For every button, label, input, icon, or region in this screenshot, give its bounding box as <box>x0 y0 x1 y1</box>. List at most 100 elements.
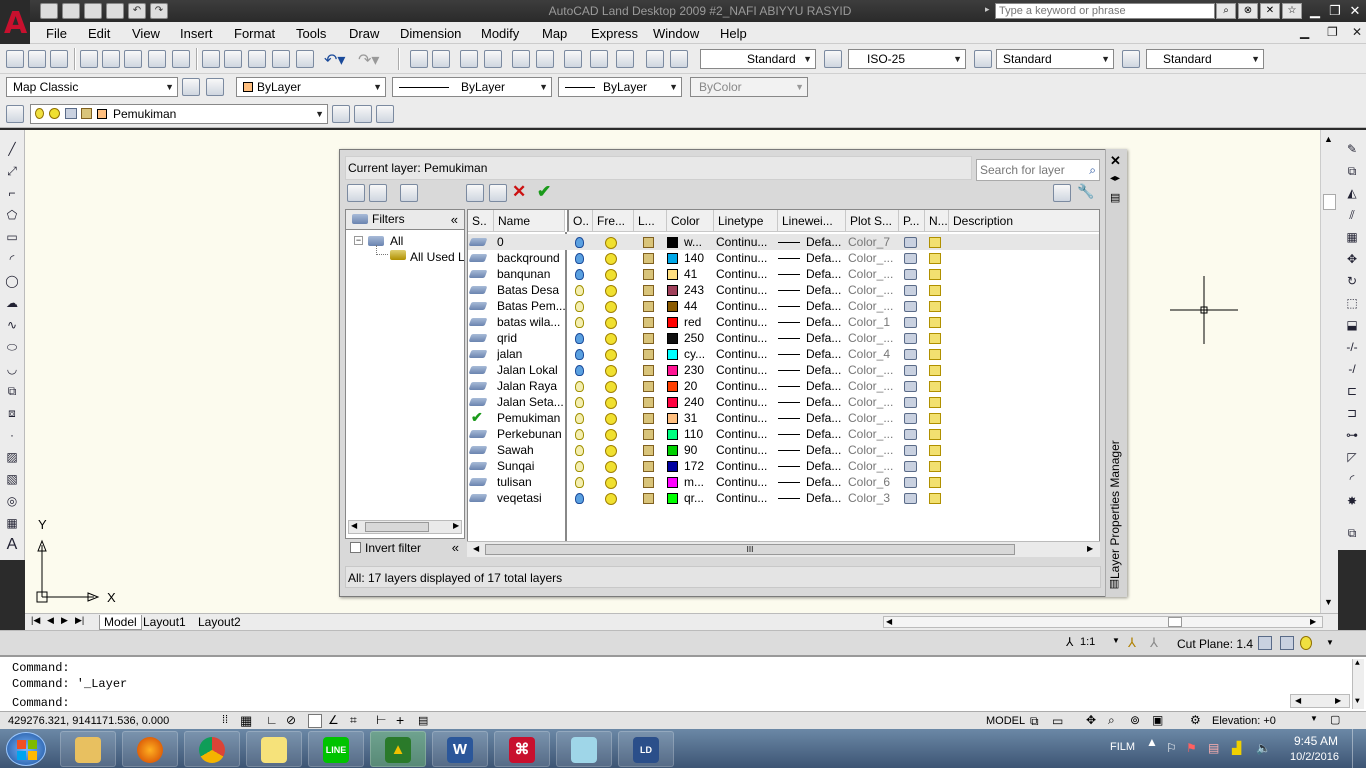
layer-lineweight[interactable]: Defa... <box>806 491 844 506</box>
color-swatch[interactable] <box>667 461 678 472</box>
cut-icon[interactable] <box>202 50 220 68</box>
menu-map[interactable]: Map <box>542 26 567 41</box>
sun-icon[interactable] <box>605 397 617 409</box>
lock-icon[interactable] <box>643 429 654 440</box>
color-swatch[interactable] <box>667 301 678 312</box>
sun-icon[interactable] <box>605 429 617 441</box>
lock-icon[interactable] <box>643 381 654 392</box>
layer-linetype[interactable]: Continu... <box>716 491 774 506</box>
help-search-input[interactable]: Type a keyword or phrase <box>995 3 1215 19</box>
clock-time[interactable]: 9:45 AM <box>1294 734 1338 748</box>
steering-wheel-icon[interactable]: ⊚ <box>1130 713 1140 727</box>
scroll-down-icon[interactable]: ▼ <box>1324 597 1333 607</box>
color-swatch[interactable] <box>667 477 678 488</box>
printer-icon[interactable] <box>904 413 917 424</box>
search-icon[interactable]: ⌕ <box>1216 3 1236 19</box>
menu-insert[interactable]: Insert <box>180 26 213 41</box>
language-indicator[interactable]: FILM <box>1110 741 1135 753</box>
copy-object-icon[interactable]: ⧉ <box>1343 164 1361 180</box>
quick-view-drawings-icon[interactable]: ▭ <box>1052 714 1063 728</box>
layer-name[interactable]: batas wila... <box>497 315 565 330</box>
sun-icon[interactable] <box>605 461 617 473</box>
sun-icon[interactable] <box>605 349 617 361</box>
lightbulb-icon[interactable] <box>575 397 584 408</box>
col-status[interactable]: S.. <box>468 210 494 232</box>
object-snap-tracking-icon[interactable]: ∠ <box>328 713 339 727</box>
layer-linetype[interactable]: Continu... <box>716 283 774 298</box>
tab-first-icon[interactable]: |◀ <box>31 615 40 626</box>
menu-view[interactable]: View <box>132 26 160 41</box>
elevation-readout[interactable]: Elevation: +0 <box>1212 715 1276 727</box>
color-swatch[interactable] <box>667 445 678 456</box>
scroll-right-icon[interactable]: ▶ <box>453 521 459 530</box>
palette-resize-icon[interactable]: ▥ <box>1109 577 1119 590</box>
layer-lineweight[interactable]: Defa... <box>806 443 844 458</box>
close-icon[interactable]: ✕ <box>1110 153 1121 169</box>
pan-icon[interactable]: ✥ <box>1086 713 1096 727</box>
doc-minimize-button[interactable]: ▁ <box>1300 25 1309 39</box>
lightbulb-icon[interactable] <box>575 445 584 456</box>
scroll-up-icon[interactable]: ▲ <box>1355 659 1360 668</box>
lock-icon[interactable] <box>643 349 654 360</box>
table-icon[interactable]: ▦ <box>3 516 21 532</box>
dynamic-input-icon[interactable]: ⊢ <box>376 713 386 727</box>
model-space-toggle[interactable]: MODEL <box>986 715 1025 727</box>
dim-style-icon[interactable] <box>824 50 842 68</box>
sun-icon[interactable] <box>605 269 617 281</box>
lock-icon[interactable] <box>643 285 654 296</box>
collapse-panel-icon[interactable]: « <box>452 539 459 557</box>
layer-color[interactable]: 20 <box>684 379 712 394</box>
col-color[interactable]: Color <box>667 210 714 232</box>
annotation-scale-icon[interactable]: ⅄ <box>1066 635 1073 649</box>
refresh-icon[interactable] <box>1053 184 1071 202</box>
lock-icon[interactable] <box>643 301 654 312</box>
snap-mode-icon[interactable]: ⁞⁞ <box>222 714 228 726</box>
redo-icon[interactable]: ↷ <box>150 3 168 19</box>
lock-icon[interactable] <box>643 397 654 408</box>
layer-color[interactable]: 90 <box>684 443 712 458</box>
circle-icon[interactable]: ◯ <box>3 274 21 290</box>
collapse-panel-icon[interactable]: « <box>451 210 458 229</box>
auto-scale-icon[interactable]: ⅄ <box>1150 635 1158 651</box>
annotation-visibility-icon[interactable]: ⅄ <box>1128 635 1136 651</box>
col-name[interactable]: Name <box>494 210 565 232</box>
join-icon[interactable]: ⊶ <box>1343 428 1361 444</box>
zoom-realtime-icon[interactable] <box>432 50 450 68</box>
color-swatch[interactable] <box>667 349 678 360</box>
taskbar-explorer[interactable] <box>60 731 116 767</box>
layer-row[interactable]: backqround 140 Continu... Defa... Color_... <box>468 250 1099 266</box>
drawing-hscroll[interactable]: ◀ ▶ <box>883 616 1323 628</box>
col-linetype[interactable]: Linetype <box>714 210 778 232</box>
construction-line-icon[interactable]: ⤢ <box>3 164 21 180</box>
status-menu-icon[interactable]: ▼ <box>1326 638 1334 647</box>
open-icon[interactable] <box>28 50 46 68</box>
color-swatch[interactable] <box>667 413 678 424</box>
layer-linetype[interactable]: Continu... <box>716 363 774 378</box>
quick-properties-icon[interactable]: ▤ <box>418 714 428 727</box>
toolbar-lock-icon[interactable] <box>1258 636 1272 650</box>
taskbar-land-desktop[interactable]: LD <box>618 731 674 767</box>
stretch-icon[interactable]: ⬓ <box>1343 318 1361 334</box>
scroll-thumb[interactable] <box>1168 617 1182 627</box>
tab-last-icon[interactable]: ▶| <box>75 615 84 626</box>
lightbulb-icon[interactable] <box>575 413 584 424</box>
layer-color[interactable]: 230 <box>684 363 712 378</box>
mirror-icon[interactable]: ◭ <box>1343 186 1361 202</box>
layer-linetype[interactable]: Continu... <box>716 267 774 282</box>
taskbar-acrobat[interactable]: ⌘ <box>494 731 550 767</box>
layer-linetype[interactable]: Continu... <box>716 299 774 314</box>
layer-row[interactable]: Jalan Seta... 240 Continu... Defa... Color_.… <box>468 394 1099 410</box>
insert-block-icon[interactable]: ⧉ <box>3 384 21 400</box>
printer-icon[interactable] <box>904 237 917 248</box>
color-swatch[interactable] <box>667 429 678 440</box>
color-swatch[interactable] <box>667 253 678 264</box>
col-plot[interactable]: P... <box>899 210 925 232</box>
new-property-filter-icon[interactable] <box>347 184 365 202</box>
lightbulb-icon[interactable] <box>575 317 584 328</box>
show-hidden-icons[interactable]: ▲ <box>1146 735 1158 749</box>
lightbulb-icon[interactable] <box>575 269 584 280</box>
open-file-icon[interactable] <box>62 3 80 19</box>
point-icon[interactable]: · <box>3 428 21 444</box>
layer-name[interactable]: Perkebunan <box>497 427 565 442</box>
printer-icon[interactable] <box>904 365 917 376</box>
